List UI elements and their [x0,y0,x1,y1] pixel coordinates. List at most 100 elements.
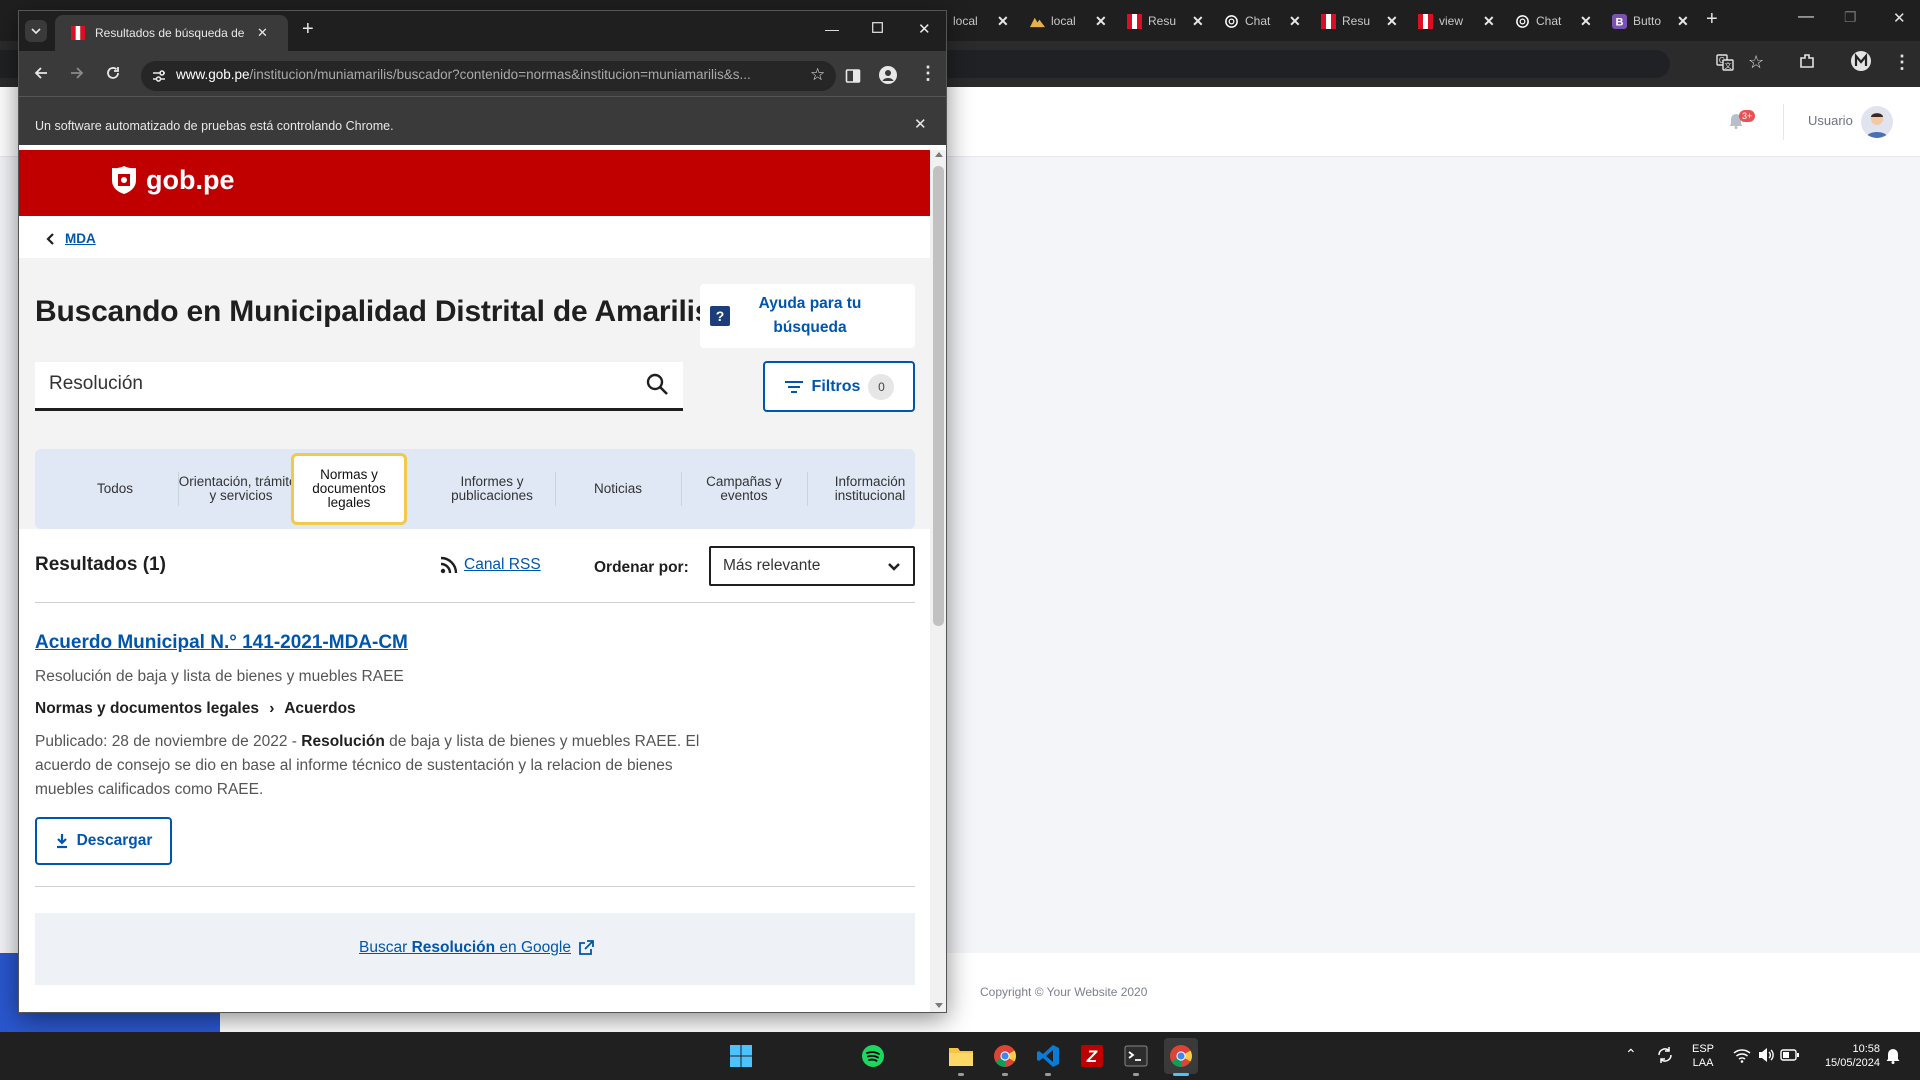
peru-flag-icon [1321,13,1336,29]
close-tab-icon[interactable]: ✕ [997,13,1009,30]
minimize-icon[interactable]: — [1798,8,1814,26]
download-icon [56,834,67,849]
filters-button[interactable]: Filtros 0 [763,361,915,412]
close-window-icon[interactable]: ✕ [918,20,931,38]
language-indicator[interactable]: ESP LAA [1692,1042,1714,1070]
close-tab-icon[interactable]: ✕ [257,25,268,41]
close-tab-icon[interactable]: ✕ [1289,13,1301,30]
background-tab[interactable]: Chat ✕ [1515,8,1592,34]
scrollbar-thumb[interactable] [933,166,944,626]
result-published-date: Publicado: 28 de noviembre de 2022 - [35,733,302,750]
terminal-icon[interactable] [1121,1041,1151,1071]
background-tab[interactable]: local ✕ [1030,8,1107,34]
background-tab[interactable]: Resul ✕ [1127,8,1204,34]
close-tab-icon[interactable]: ✕ [1095,13,1107,30]
tab-campanas[interactable]: Campañas y eventos [681,449,807,529]
background-tab-title: Chat [1536,14,1562,28]
page-viewport: gob.pe MDA Buscando en Municipalidad Dis… [19,150,930,1012]
translate-icon[interactable]: G文 [1716,53,1734,71]
battery-icon[interactable] [1780,1048,1800,1062]
tab-informacion[interactable]: Información institucional [807,449,930,529]
sort-label: Ordenar por: [594,559,689,576]
avatar[interactable] [1861,106,1893,138]
breadcrumb-link[interactable]: MDA [65,231,96,246]
tab-normas[interactable]: Normas y documentos legales [291,453,407,525]
help-button[interactable]: ? Ayuda para tu búsqueda [700,284,915,348]
svg-text:B: B [1616,16,1624,28]
back-arrow-icon[interactable] [33,65,49,81]
spotify-icon[interactable] [858,1041,888,1071]
tab-noticias[interactable]: Noticias [555,449,681,529]
google-search-link[interactable]: Buscar Resolución en Google [359,939,594,957]
chrome-icon[interactable] [990,1041,1020,1071]
foreground-browser-window: Resultados de búsqueda de Mu ✕ + — ✕ www… [18,10,947,1013]
close-infobar-icon[interactable]: ✕ [914,115,927,133]
url-text[interactable]: www.gob.pe/institucion/muniamarilis/busc… [176,67,801,82]
extensions-icon[interactable] [1798,52,1816,70]
scroll-down-arrow-icon[interactable] [935,1003,943,1008]
search-input[interactable] [49,373,629,395]
tab-todos[interactable]: Todos [52,449,178,529]
clock[interactable]: 10:58 15/05/2024 [1810,1042,1880,1070]
bookmark-star-icon[interactable]: ☆ [810,65,825,85]
side-panel-icon[interactable] [845,68,861,84]
file-explorer-icon[interactable] [946,1041,976,1071]
minimize-icon[interactable]: — [825,21,839,37]
rss-link[interactable]: Canal RSS [440,556,541,574]
chevron-left-icon[interactable] [45,232,55,246]
result-title-link[interactable]: Acuerdo Municipal N.° 141-2021-MDA-CM [35,632,408,654]
filezilla-icon[interactable]: Z [1077,1041,1107,1071]
forward-arrow-icon[interactable] [69,65,85,81]
result-subtitle: Resolución de baja y lista de bienes y m… [35,668,404,685]
menu-kebab-icon[interactable]: ⋮ [1893,52,1911,73]
close-tab-icon[interactable]: ✕ [1677,13,1689,30]
windows-start-icon[interactable] [726,1041,756,1071]
background-tab[interactable]: Resu ✕ [1321,8,1398,34]
background-tab[interactable]: Chat ✕ [1224,8,1301,34]
chrome-active-icon[interactable] [1164,1038,1198,1074]
maximize-icon[interactable] [872,22,883,33]
close-tab-icon[interactable]: ✕ [1580,13,1592,30]
bootstrap-icon: B [1612,13,1627,29]
restore-icon[interactable]: ❐ [1844,9,1857,26]
close-tab-icon[interactable]: ✕ [1386,13,1398,30]
google-link-suffix: en Google [495,939,571,956]
close-window-icon[interactable]: ✕ [1893,9,1906,27]
reload-icon[interactable] [105,65,121,81]
peru-flag-icon [1127,13,1142,29]
search-icon[interactable] [645,372,669,396]
close-tab-icon[interactable]: ✕ [1192,13,1204,30]
profile-icon[interactable] [1850,50,1872,72]
tab-search-button[interactable] [25,20,47,42]
breadcrumb [19,216,930,258]
profile-icon[interactable] [879,66,897,84]
peru-shield-icon [112,166,136,194]
site-info-icon[interactable] [151,68,167,84]
sort-select[interactable]: Más relevante [709,546,915,586]
close-tab-icon[interactable]: ✕ [1483,13,1495,30]
bookmark-star-icon[interactable]: ☆ [1748,52,1764,73]
new-tab-icon[interactable]: + [302,18,314,41]
volume-icon[interactable] [1757,1047,1775,1063]
svg-text:Z: Z [1086,1047,1098,1066]
wifi-icon[interactable] [1733,1047,1751,1063]
download-button[interactable]: Descargar [35,817,172,865]
gob-logo[interactable]: gob.pe [108,164,235,196]
tab-informes[interactable]: Informes y publicaciones [429,449,555,529]
scroll-up-arrow-icon[interactable] [935,152,943,157]
google-link-prefix: Buscar [359,939,412,956]
sync-icon[interactable] [1656,1046,1674,1064]
active-tab[interactable]: Resultados de búsqueda de Mu ✕ [55,15,288,51]
user-name-label[interactable]: Usuario [1808,113,1853,128]
openai-icon [1224,14,1239,29]
background-tab[interactable]: B Butto ✕ [1612,8,1689,34]
background-tab-title: Resul [1148,14,1176,28]
tab-orientacion[interactable]: Orientación, trámites y servicios [178,449,304,529]
google-link-term: Resolución [411,939,496,956]
background-tab[interactable]: view ✕ [1418,8,1495,34]
vscode-icon[interactable] [1033,1041,1063,1071]
notifications-bell-icon[interactable] [1885,1046,1901,1064]
chevron-up-icon[interactable]: ⌃ [1625,1047,1637,1061]
menu-kebab-icon[interactable]: ⋮ [919,63,937,84]
new-tab-icon[interactable]: + [1706,8,1718,31]
